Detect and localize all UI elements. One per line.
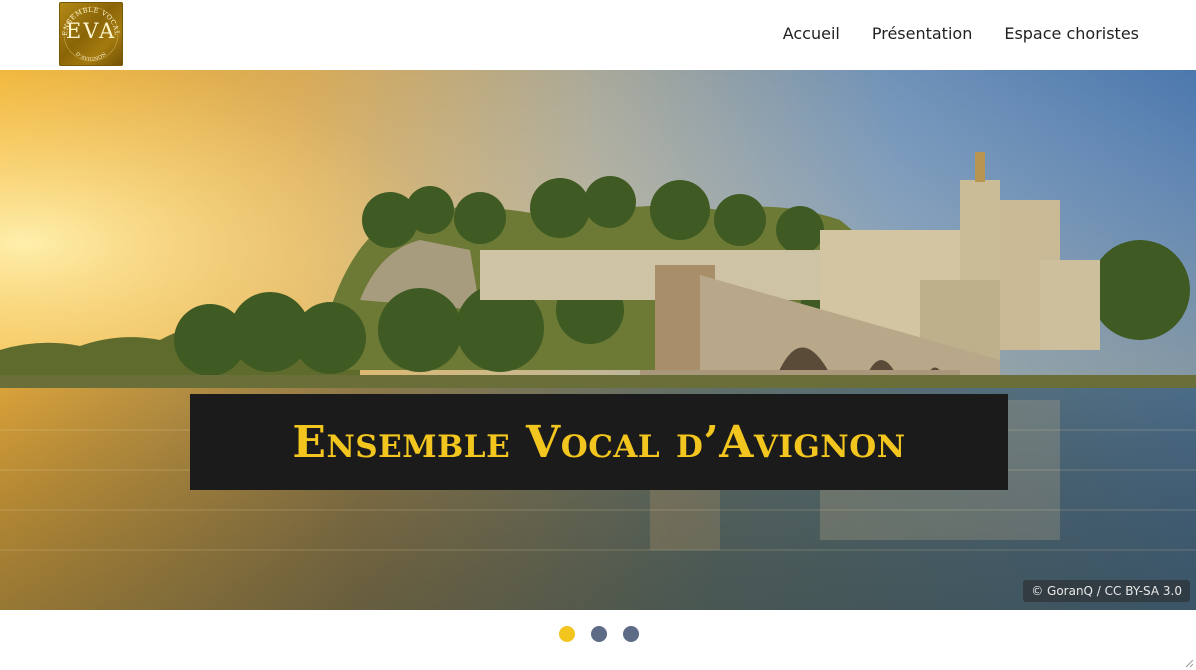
logo-monogram: EVA [65,19,117,43]
hero-title: Ensemble Vocal d’Avignon [292,416,906,468]
svg-text:D'AVIGNON: D'AVIGNON [74,51,108,63]
nav-link-espace-choristes[interactable]: Espace choristes [1004,24,1139,43]
carousel-indicators [559,626,639,642]
hero-photo [0,70,1196,610]
hero-title-box: Ensemble Vocal d’Avignon [190,394,1008,490]
nav-link-accueil[interactable]: Accueil [783,24,840,43]
resize-grip-icon[interactable] [1184,658,1194,668]
carousel-dot-1[interactable] [559,626,575,642]
logo[interactable]: ENSEMBLE VOCAL D'AVIGNON EVA [59,2,123,66]
photo-credit: © GoranQ / CC BY-SA 3.0 [1023,580,1190,602]
main-nav: Accueil Présentation Espace choristes [783,24,1139,43]
hero-slide: Ensemble Vocal d’Avignon © GoranQ / CC B… [0,70,1196,610]
logo-ring-bottom-text: D'AVIGNON [74,51,108,63]
carousel-dot-2[interactable] [591,626,607,642]
nav-link-presentation[interactable]: Présentation [872,24,972,43]
carousel-dot-3[interactable] [623,626,639,642]
site-header: ENSEMBLE VOCAL D'AVIGNON EVA Accueil Pré… [0,0,1196,70]
